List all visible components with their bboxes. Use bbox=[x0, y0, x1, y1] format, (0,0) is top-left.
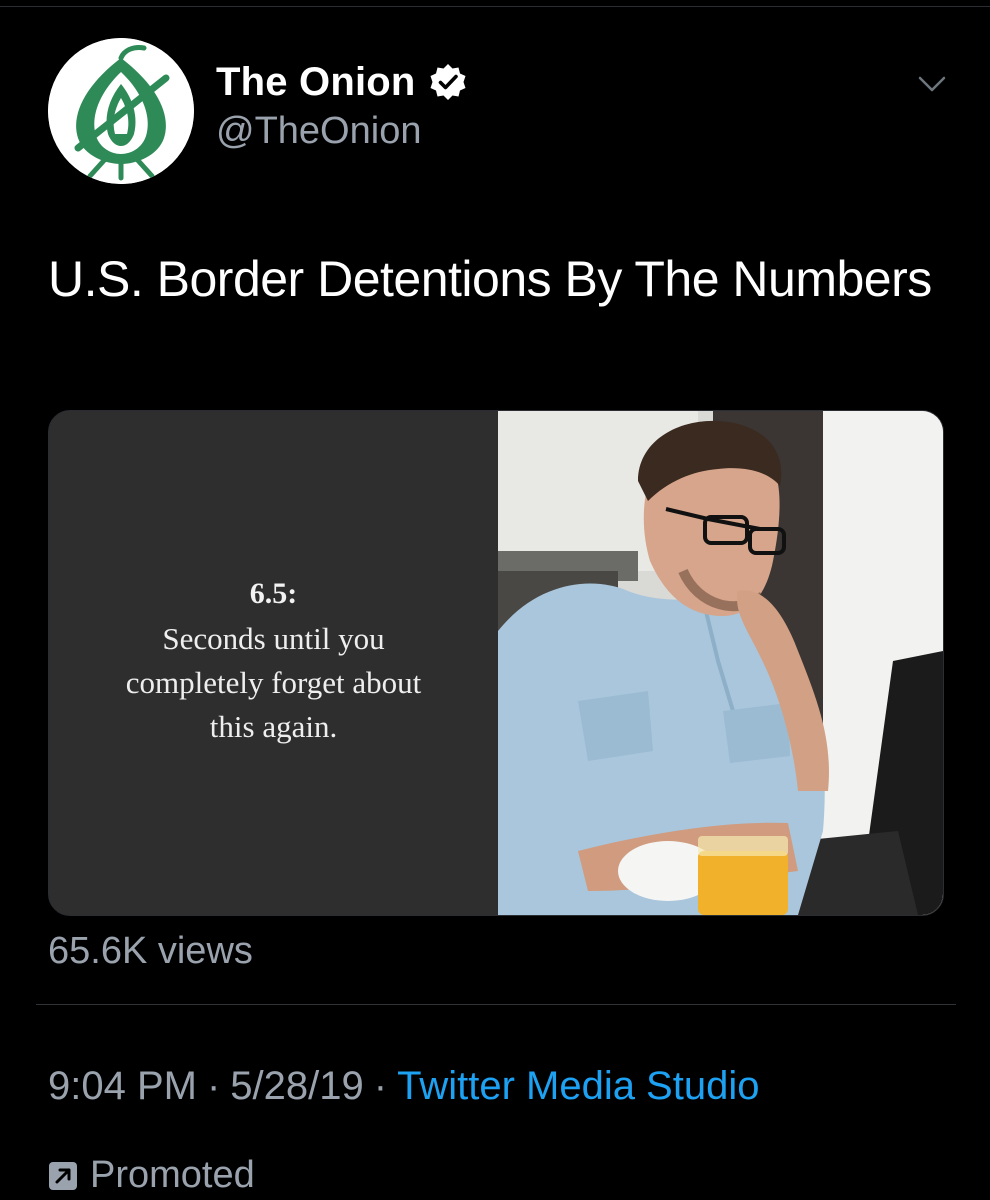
view-count: 65.6K views bbox=[48, 930, 253, 972]
promoted-text: Promoted bbox=[90, 1154, 255, 1196]
tweet-text: U.S. Border Detentions By The Numbers bbox=[48, 251, 932, 307]
meta-separator: · bbox=[373, 1064, 388, 1108]
meta-separator: · bbox=[206, 1064, 221, 1108]
tweet-meta: 9:04 PM · 5/28/19 · Twitter Media Studio bbox=[48, 1064, 759, 1109]
avatar[interactable] bbox=[48, 38, 194, 184]
onion-logo-icon bbox=[48, 38, 194, 184]
verified-badge-icon bbox=[428, 62, 468, 102]
media-card[interactable]: 6.5: Seconds until you completely forget… bbox=[48, 410, 944, 916]
display-name[interactable]: The Onion bbox=[216, 60, 416, 105]
handle[interactable]: @TheOnion bbox=[216, 110, 421, 153]
media-stat-panel: 6.5: Seconds until you completely forget… bbox=[49, 411, 498, 915]
name-row: The Onion bbox=[216, 56, 468, 108]
promoted-label: Promoted bbox=[48, 1154, 255, 1197]
stat-caption: Seconds until you completely forget abou… bbox=[125, 621, 422, 744]
stat-value: 6.5: bbox=[249, 577, 298, 610]
tweet-date[interactable]: 5/28/19 bbox=[230, 1064, 363, 1108]
chevron-down-icon[interactable] bbox=[914, 70, 950, 98]
media-photo bbox=[498, 411, 943, 915]
divider bbox=[36, 1004, 956, 1005]
top-divider bbox=[0, 6, 990, 7]
source-link[interactable]: Twitter Media Studio bbox=[397, 1064, 759, 1108]
tweet-time[interactable]: 9:04 PM bbox=[48, 1064, 197, 1108]
promoted-arrow-icon bbox=[48, 1161, 78, 1191]
